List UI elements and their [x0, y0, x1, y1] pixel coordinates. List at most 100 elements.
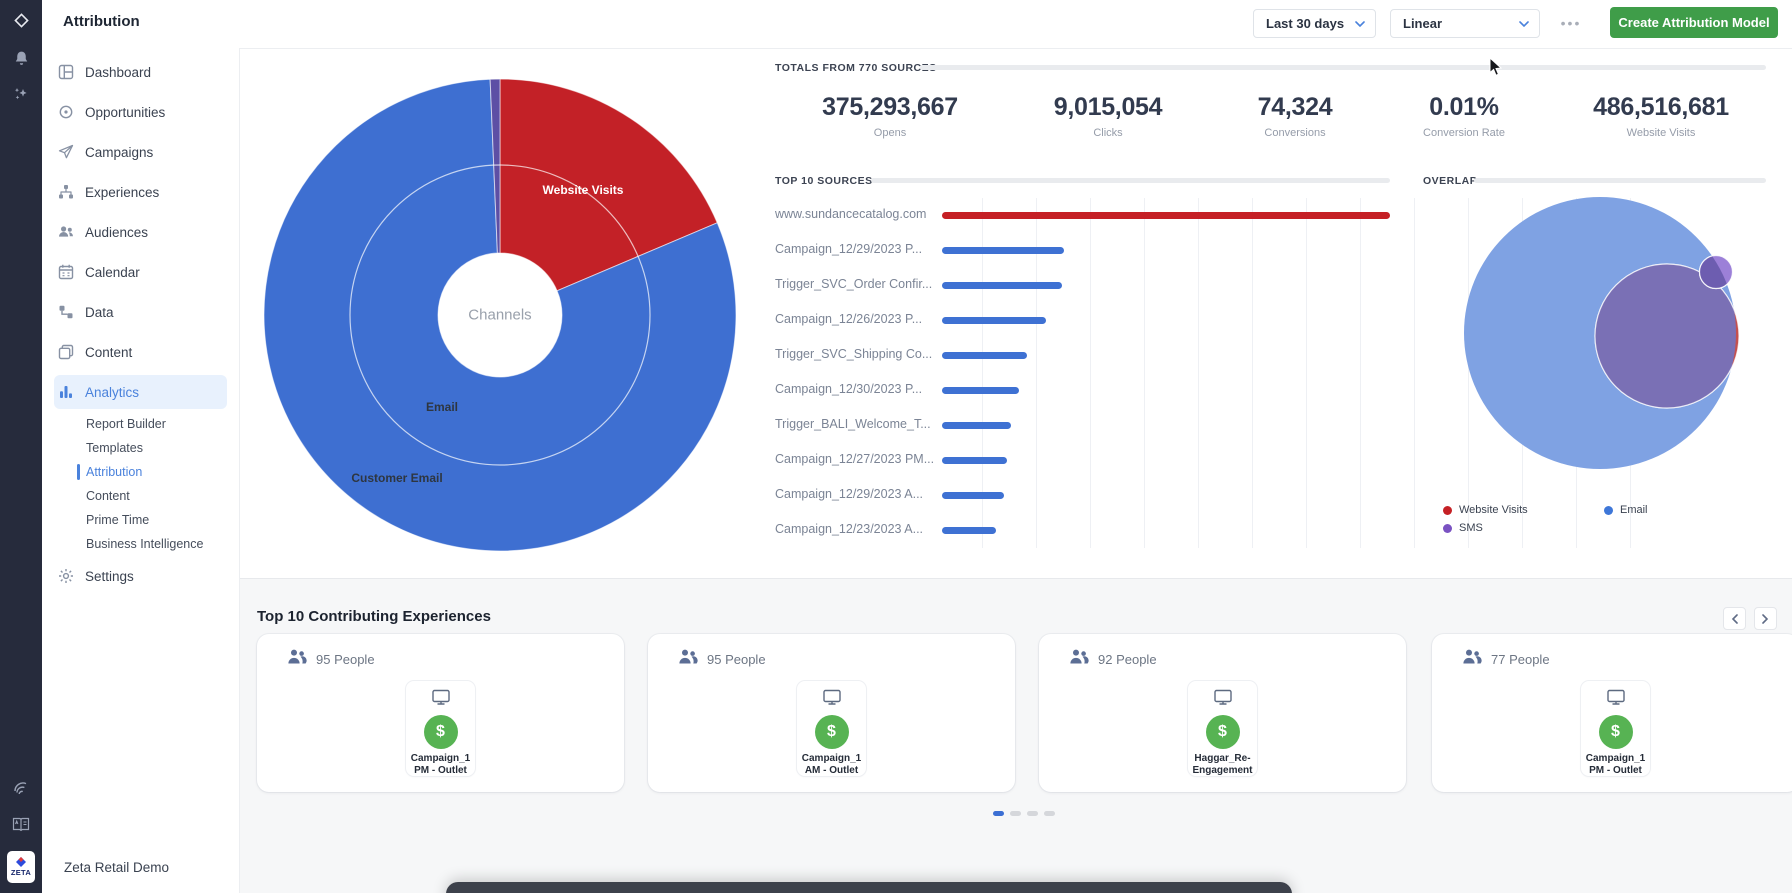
legend-item-email[interactable]: Email [1604, 504, 1648, 516]
legend-dot [1443, 524, 1452, 533]
overlap-venn-chart [1400, 168, 1792, 498]
experience-node[interactable]: $ Campaign_1AM - Outlet [797, 681, 866, 776]
sidebar-item-opportunities[interactable]: Opportunities [42, 92, 239, 132]
model-type-value: Linear [1403, 16, 1442, 31]
gridline [1252, 198, 1253, 548]
sidebar: Dashboard Opportunities Campaigns Experienc… [42, 48, 240, 893]
sidebar-item-dashboard[interactable]: Dashboard [42, 52, 239, 92]
sidebar-item-label: Settings [85, 569, 134, 584]
create-attribution-model-button[interactable]: Create Attribution Model [1610, 7, 1778, 38]
opportunities-icon [58, 104, 74, 120]
campaign-label-line1: Campaign_1 [802, 753, 861, 764]
sparkles-icon[interactable] [0, 86, 42, 102]
date-range-select[interactable]: Last 30 days [1253, 9, 1376, 38]
people-count: 95 People [316, 652, 375, 667]
sidebar-subitem-content[interactable]: Content [42, 484, 239, 508]
source-row-label: www.sundancecatalog.com [775, 207, 937, 221]
experience-card[interactable]: 77 People$Campaign_1PM - Outlet [1432, 634, 1792, 792]
sidebar-item-label: Analytics [85, 385, 139, 400]
carousel-dot-2[interactable] [1010, 811, 1021, 816]
legend-dot [1604, 506, 1613, 515]
source-bar [942, 352, 1027, 359]
sidebar-item-data[interactable]: Data [42, 292, 239, 332]
carousel-dot-4[interactable] [1044, 811, 1055, 816]
source-row-label: Campaign_12/27/2023 PM... [775, 452, 937, 466]
source-row-label: Campaign_12/30/2023 P... [775, 382, 937, 396]
source-bar [942, 282, 1062, 289]
sidebar-item-experiences[interactable]: Experiences [42, 172, 239, 212]
campaign-label-line2: PM - Outlet [414, 765, 467, 776]
monitor-icon [822, 689, 842, 706]
experience-card[interactable]: 95 People $ Campaign_1AM - Outlet [648, 634, 1015, 792]
campaign-label-line1: Campaign_1 [1586, 753, 1645, 764]
card-people: 77 People [1462, 649, 1550, 669]
sidebar-nav: Dashboard Opportunities Campaigns Experienc… [42, 48, 239, 596]
stat-value: 74,324 [1258, 93, 1333, 122]
experience-node[interactable]: $Campaign_1PM - Outlet [1581, 681, 1650, 776]
carousel-prev-button[interactable] [1723, 607, 1746, 630]
experience-node[interactable]: $Campaign_1PM - Outlet [406, 681, 475, 776]
sidebar-item-campaigns[interactable]: Campaigns [42, 132, 239, 172]
bottom-window-peek[interactable] [446, 882, 1292, 893]
people-icon [1069, 649, 1089, 669]
legend-item-sms[interactable]: SMS [1443, 522, 1483, 534]
campaign-label-line1: Haggar_Re- [1194, 753, 1250, 764]
people-count: 92 People [1098, 652, 1157, 667]
experience-card[interactable]: 95 People $Campaign_1PM - Outlet [257, 634, 624, 792]
stat-website-visits: 486,516,681Website Visits [1593, 93, 1729, 139]
card-people: 95 People [287, 649, 375, 669]
sidebar-item-label: Campaigns [85, 145, 153, 160]
sidebar-item-audiences[interactable]: Audiences [42, 212, 239, 252]
zeta-logo-icon[interactable] [0, 12, 42, 29]
campaign-label: Campaign_1PM - Outlet [406, 753, 475, 777]
experience-card[interactable]: 92 People $ Haggar_Re-Engagement [1039, 634, 1406, 792]
content-icon [58, 344, 74, 360]
main-content: Website Visits Email Customer Email Chan… [240, 48, 1792, 893]
workspace-name: Zeta Retail Demo [64, 860, 169, 875]
sidebar-item-calendar[interactable]: Calendar [42, 252, 239, 292]
legend-item-website-visits[interactable]: Website Visits [1443, 504, 1528, 516]
zeta-workspace-badge[interactable]: ZETA [7, 851, 35, 883]
dashboard-icon [58, 64, 74, 80]
zeta-badge-label: ZETA [11, 868, 31, 877]
experience-node[interactable]: $ Haggar_Re-Engagement [1188, 681, 1257, 776]
stat-clicks: 9,015,054Clicks [1054, 93, 1163, 139]
notifications-bell-icon[interactable] [0, 50, 42, 67]
analytics-icon [58, 384, 74, 400]
people-count: 77 People [1491, 652, 1550, 667]
dollar-icon: $ [1599, 715, 1633, 749]
carousel-dot-1[interactable] [993, 811, 1004, 816]
dollar-icon: $ [815, 715, 849, 749]
dollar-icon: $ [1206, 715, 1240, 749]
people-count: 95 People [707, 652, 766, 667]
sidebar-item-label: Data [85, 305, 114, 320]
sidebar-item-analytics[interactable]: Analytics [54, 375, 227, 409]
sidebar-subitem-business-intelligence[interactable]: Business Intelligence [42, 532, 239, 556]
source-bar [942, 212, 1390, 219]
sunburst-label-customer-email: Customer Email [351, 471, 442, 485]
sidebar-subitem-report-builder[interactable]: Report Builder [42, 412, 239, 436]
source-row-label: Trigger_BALI_Welcome_T... [775, 417, 937, 431]
signal-icon[interactable] [0, 780, 42, 798]
calendar-icon [58, 264, 74, 280]
sidebar-subitem-attribution[interactable]: Attribution [42, 460, 239, 484]
sidebar-item-label: Calendar [85, 265, 140, 280]
legend-label: SMS [1459, 522, 1483, 534]
sidebar-item-content[interactable]: Content [42, 332, 239, 372]
campaign-label-line2: AM - Outlet [805, 765, 858, 776]
people-icon [678, 649, 698, 669]
sidebar-subitem-prime-time[interactable]: Prime Time [42, 508, 239, 532]
legend-label: Email [1620, 504, 1648, 516]
chevron-down-icon [1519, 21, 1529, 27]
sidebar-item-settings[interactable]: Settings [42, 556, 239, 596]
date-range-value: Last 30 days [1266, 16, 1344, 31]
source-row-label: Trigger_SVC_Shipping Co... [775, 347, 937, 361]
knowledge-book-icon[interactable] [0, 816, 42, 832]
carousel-dot-3[interactable] [1027, 811, 1038, 816]
sidebar-item-label: Dashboard [85, 65, 151, 80]
carousel-next-button[interactable] [1754, 607, 1777, 630]
model-type-select[interactable]: Linear [1390, 9, 1540, 38]
more-options-icon[interactable]: ••• [1554, 13, 1588, 33]
sidebar-subitem-templates[interactable]: Templates [42, 436, 239, 460]
campaign-label-line2: Engagement [1192, 765, 1252, 776]
